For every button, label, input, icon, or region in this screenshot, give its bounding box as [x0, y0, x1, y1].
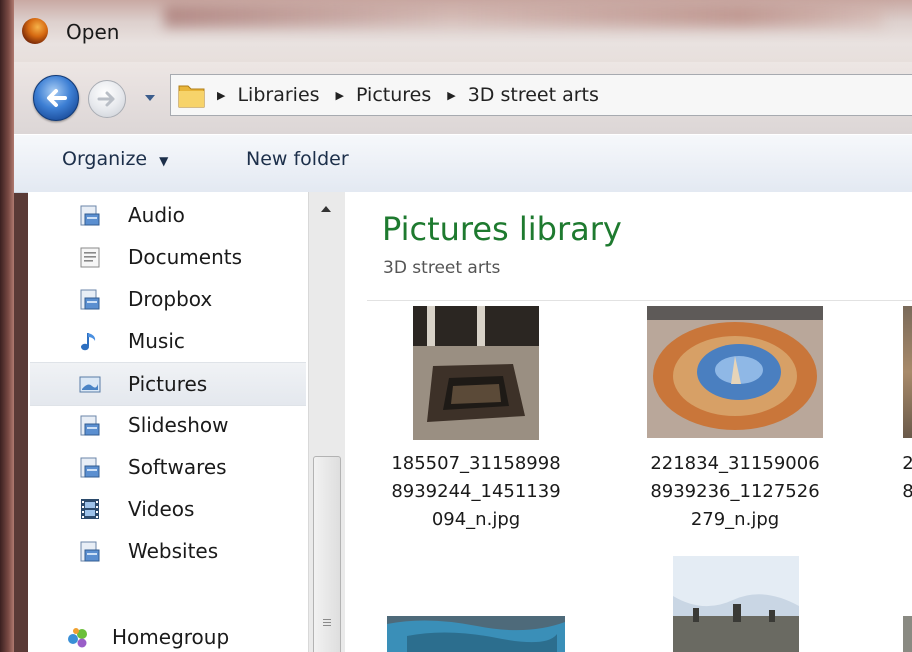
scrollbar-thumb[interactable]: [313, 456, 341, 652]
title-bar[interactable]: [14, 0, 912, 62]
organize-button[interactable]: Organize ▼: [62, 148, 168, 170]
window-title: Open: [66, 20, 120, 44]
firefox-icon: [22, 18, 48, 44]
scroll-grip-icon: [323, 619, 331, 628]
sidebar-item-documents[interactable]: Documents: [30, 236, 306, 278]
forward-button[interactable]: [88, 80, 126, 118]
scroll-up-icon[interactable]: [320, 204, 332, 214]
file-thumbnail[interactable]: [647, 306, 823, 438]
chevron-right-icon: ▶: [447, 88, 456, 102]
library-icon: [80, 205, 100, 226]
documents-icon: [80, 247, 100, 268]
sidebar-item-homegroup[interactable]: Homegroup: [30, 616, 306, 652]
film-icon: [81, 499, 99, 519]
thumbnail-image: [647, 306, 823, 438]
thumbnail-image: [413, 306, 539, 440]
window-frame-edge: [0, 0, 14, 652]
titlebar-glass: [164, 6, 884, 28]
library-icon: [80, 289, 100, 310]
breadcrumb: ▶ Libraries ▶ Pictures ▶ 3D street arts: [217, 75, 615, 115]
open-dialog: Open ▶ Libraries ▶ Pictures ▶ 3D street art…: [0, 0, 912, 652]
navigation-pane: Audio Documents Dropbox Music Pictures S…: [28, 192, 308, 652]
library-icon: [80, 541, 100, 562]
chevron-right-icon: ▶: [335, 88, 344, 102]
pictures-icon: [79, 376, 101, 393]
sidebar-item-pictures[interactable]: Pictures: [30, 362, 306, 406]
sidebar-scrollbar[interactable]: [308, 192, 345, 652]
forward-arrow-icon: [97, 91, 115, 107]
folder-icon: [178, 85, 205, 108]
file-thumbnail[interactable]: [413, 306, 539, 440]
library-icon: [80, 457, 100, 478]
breadcrumb-3d-street-arts[interactable]: ▶ 3D street arts: [447, 84, 615, 106]
library-title: Pictures library: [382, 210, 622, 248]
file-thumbnail[interactable]: [387, 616, 565, 652]
file-thumbnail[interactable]: [903, 616, 912, 652]
back-button[interactable]: [33, 75, 79, 121]
homegroup-icon: [68, 628, 87, 648]
breadcrumb-pictures[interactable]: ▶ Pictures: [336, 84, 448, 106]
address-bar[interactable]: ▶ Libraries ▶ Pictures ▶ 3D street arts: [170, 74, 912, 116]
back-arrow-icon: [47, 89, 67, 107]
file-name-2[interactable]: 221834_31159006 8939236_1127526 279_n.jp…: [635, 450, 835, 534]
thumbnail-image: [673, 556, 799, 652]
sidebar-item-dropbox[interactable]: Dropbox: [30, 278, 306, 320]
breadcrumb-libraries[interactable]: ▶ Libraries: [217, 84, 336, 106]
file-name-1[interactable]: 185507_31158998 8939244_1451139 094_n.jp…: [376, 450, 576, 534]
dropdown-arrow-icon: ▼: [159, 154, 169, 168]
sidebar-item-slideshow[interactable]: Slideshow: [30, 404, 306, 446]
chevron-down-icon[interactable]: [142, 90, 158, 106]
sidebar-item-videos[interactable]: Videos: [30, 488, 306, 530]
file-view: Pictures library 3D street arts 185507_3…: [345, 192, 912, 652]
sidebar-item-music[interactable]: Music: [30, 320, 306, 362]
new-folder-button[interactable]: New folder: [246, 148, 349, 170]
file-thumbnail[interactable]: [673, 556, 799, 652]
header-divider: [367, 300, 912, 301]
thumbnail-image: [387, 616, 565, 652]
library-icon: [80, 415, 100, 436]
music-note-icon: [81, 333, 96, 351]
chevron-right-icon: ▶: [217, 88, 226, 102]
sidebar-item-audio[interactable]: Audio: [30, 194, 306, 236]
library-subtitle: 3D street arts: [383, 258, 501, 278]
file-name-3[interactable]: 2 8: [808, 450, 912, 506]
sidebar-item-websites[interactable]: Websites: [30, 530, 306, 572]
sidebar-item-softwares[interactable]: Softwares: [30, 446, 306, 488]
file-thumbnail[interactable]: [903, 306, 912, 438]
